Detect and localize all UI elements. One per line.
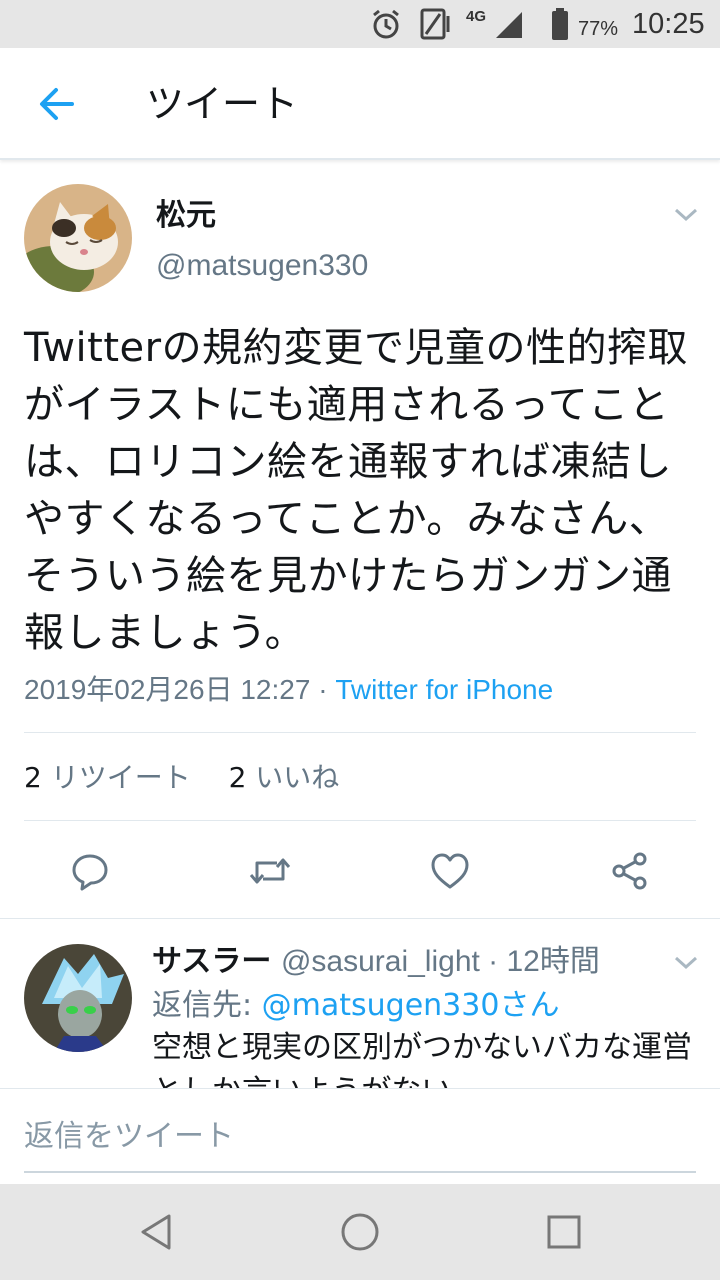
nav-back-button[interactable] [124,1202,188,1262]
reply-to-label: 返信先: [152,988,253,1023]
anime-avatar-image [24,944,132,1052]
reply-button[interactable] [60,846,120,896]
like-button[interactable] [420,846,480,896]
battery-icon [552,8,568,40]
reply-icon [72,854,108,891]
avatar[interactable] [24,184,132,292]
reply-header: サスラー @sasurai_light · 12時間 [152,940,600,984]
clock: 10:25 [632,8,705,40]
nav-bar [0,1184,720,1280]
alarm-icon [373,9,399,39]
retweet-label: リツイート [50,761,191,794]
back-button[interactable] [24,78,88,130]
tweet-text: Twitterの規約変更で児童の性的搾取がイラストにも適用されるってことは、ロリ… [24,325,689,656]
reply-author-name[interactable]: サスラー [152,944,271,979]
replying-to: 返信先: @matsugen330さん [152,984,559,1028]
retweet-stat[interactable]: 2 リツイート [24,761,191,794]
divider [24,820,696,821]
reply-to-user-link[interactable]: @matsugen330さん [262,988,560,1023]
divider [24,732,696,733]
share-icon [612,852,647,890]
battery-level: 77% [578,18,619,40]
tweet-source-link[interactable]: Twitter for iPhone [335,674,553,705]
status-bar: 4G 77% 10:25 [0,0,720,48]
reply-text: 空想と現実の区別がつかないバカな運営としか言いようがない [152,1030,692,1088]
tweet-stats: 2 リツイート 2 いいね [24,758,339,798]
retweet-button[interactable] [240,846,300,896]
page-title: ツイート [146,82,299,126]
author-handle[interactable]: @matsugen330 [156,244,368,288]
reply-input[interactable]: 返信をツイート [24,1107,696,1173]
meta-separator: · [318,674,328,705]
nav-home-button[interactable] [328,1202,392,1262]
like-icon [431,853,469,889]
tweet-meta: 2019年02月26日 12:27 · Twitter for iPhone [24,670,553,710]
nav-recents-button[interactable] [532,1202,596,1262]
tweet-date: 2019年02月26日 12:27 [24,674,311,705]
avatar[interactable] [24,944,132,1052]
app-bar: ツイート [0,48,720,160]
network-type: 4G [466,8,487,25]
retweet-count: 2 [24,761,42,794]
like-stat[interactable]: 2 いいね [229,761,340,794]
home-circle-icon [341,1213,379,1251]
reply-handle-time[interactable]: @sasurai_light · 12時間 [281,945,600,978]
share-button[interactable] [600,846,660,896]
recents-square-icon [547,1215,581,1249]
signal-icon [492,12,522,38]
chevron-down-icon[interactable] [672,202,700,226]
chevron-down-icon[interactable] [672,950,700,974]
author-name[interactable]: 松元 [156,194,216,238]
retweet-icon [249,858,291,884]
arrow-left-icon [40,88,74,120]
like-count: 2 [228,761,247,794]
compose-bar: 返信をツイート [0,1088,720,1184]
cat-avatar-image [24,184,132,292]
divider [0,918,720,919]
back-triangle-icon [141,1214,171,1250]
like-label: いいね [255,761,340,794]
screen-icon [420,8,450,40]
